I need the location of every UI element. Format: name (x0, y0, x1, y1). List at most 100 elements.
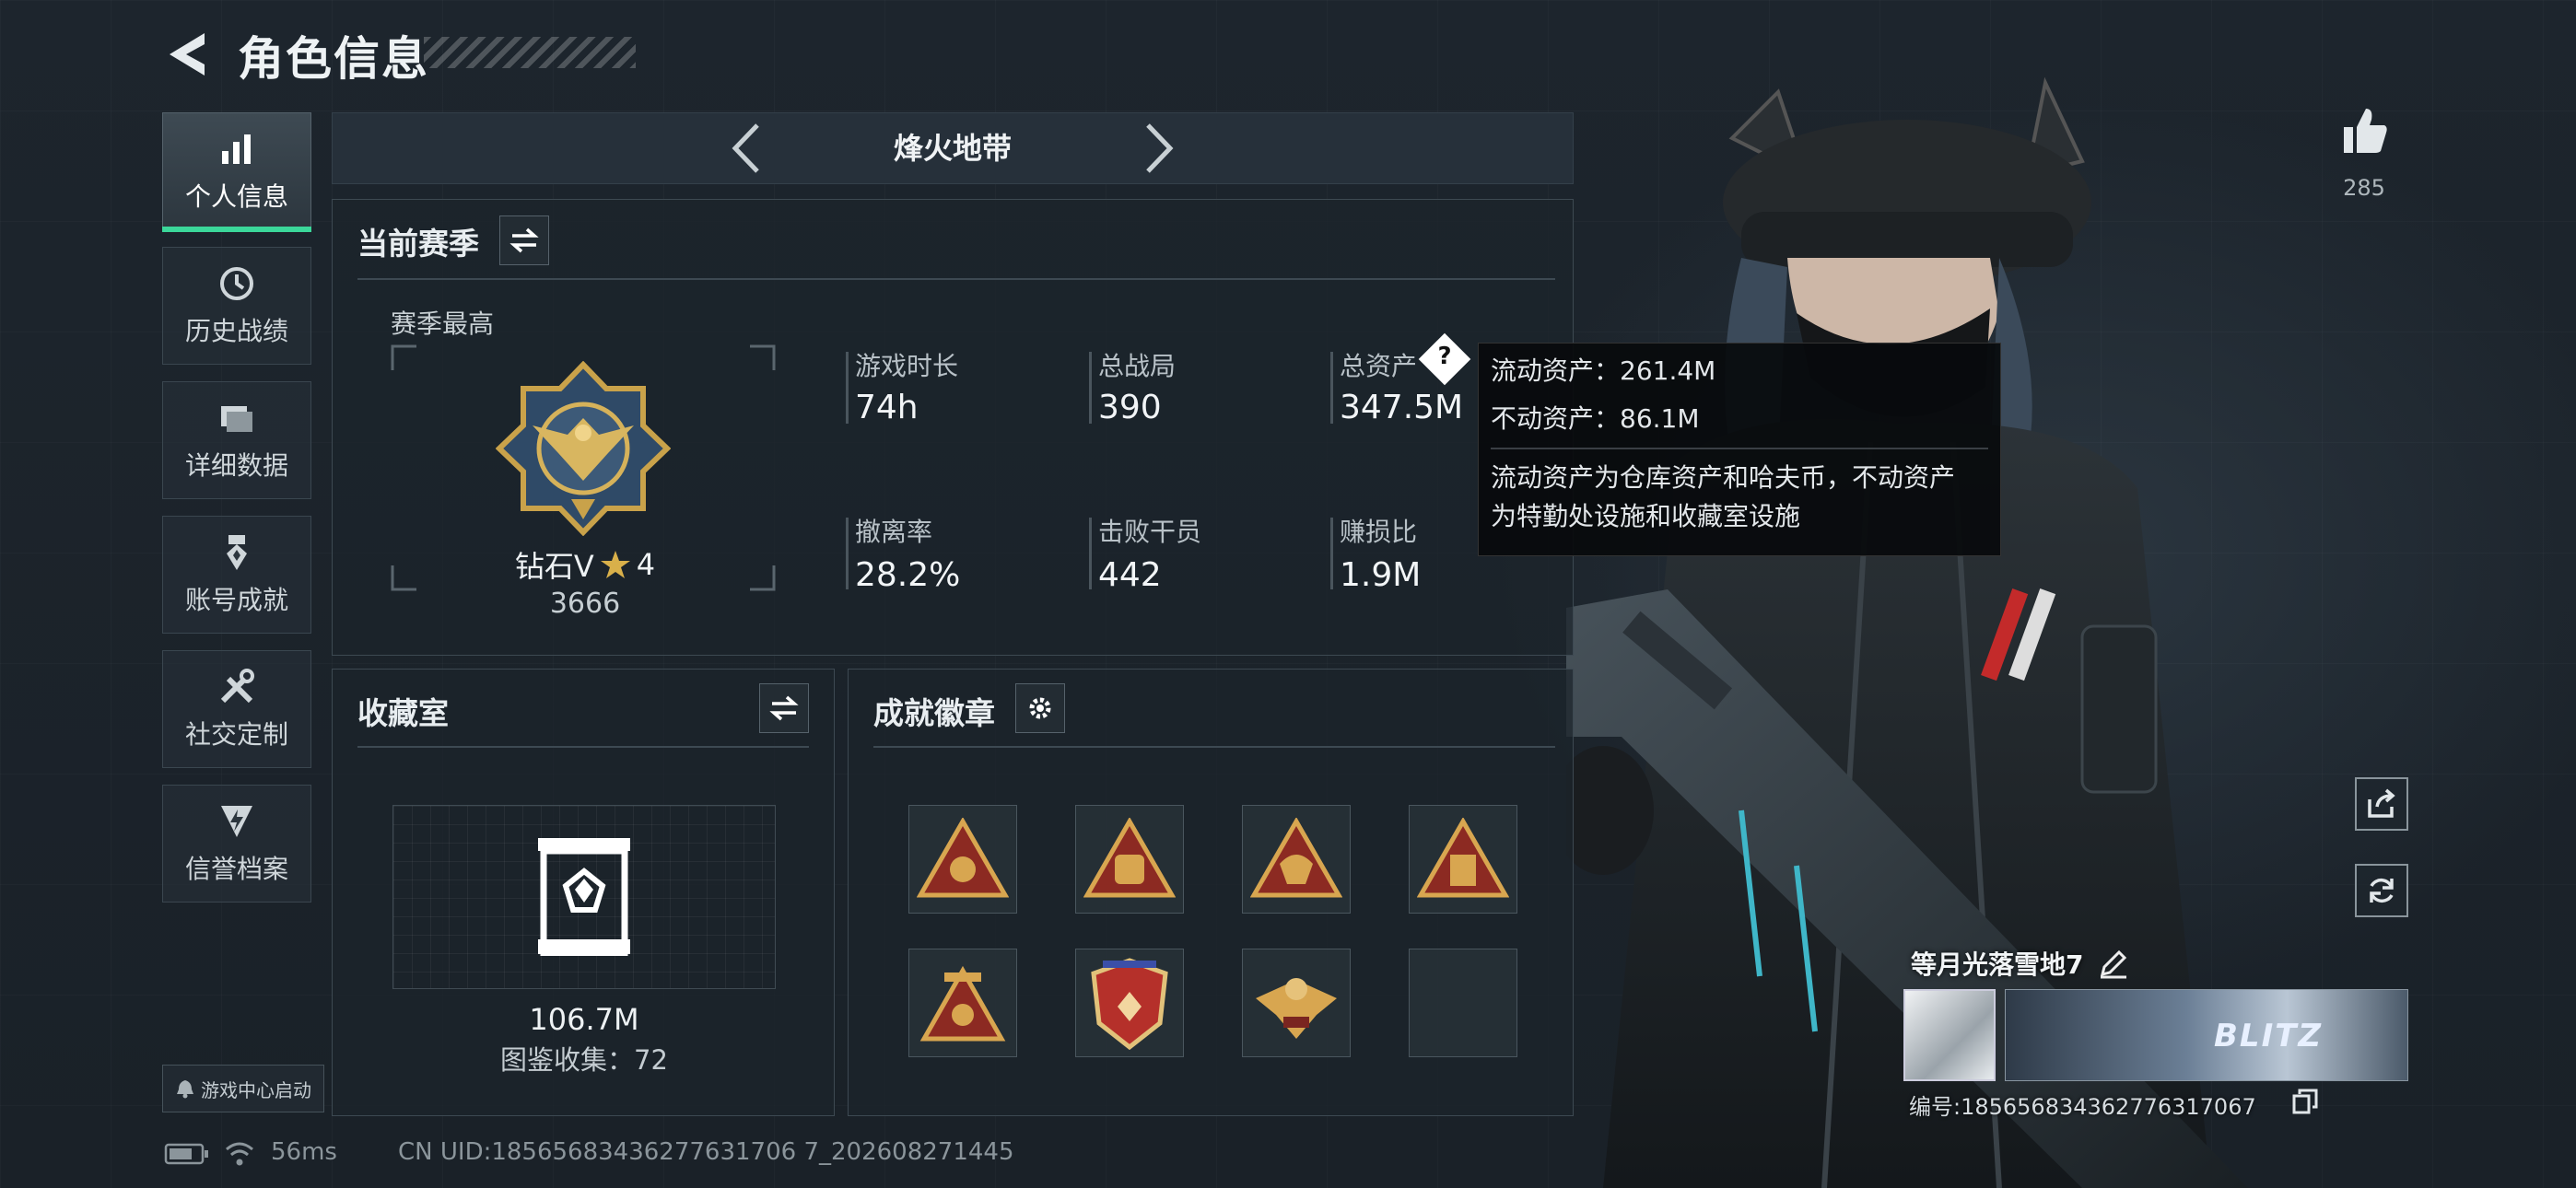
bell-icon (177, 1080, 193, 1099)
folder-stack-icon (217, 398, 257, 438)
nav-personal-info[interactable]: 个人信息 (162, 112, 311, 230)
badges-settings-button[interactable] (1015, 683, 1065, 733)
banner-text: BLITZ (2214, 1018, 2324, 1054)
nav-reputation[interactable]: 信誉档案 (162, 785, 311, 903)
copy-icon[interactable] (2292, 1089, 2318, 1114)
stat-value-playtime: 74h (855, 389, 919, 426)
stat-divider (1330, 352, 1333, 424)
badge-slot[interactable] (1409, 805, 1517, 914)
season-title: 当前赛季 (357, 226, 479, 262)
rank-name: 钻石V (514, 549, 594, 584)
stat-divider (1330, 518, 1333, 589)
medal-icon (217, 532, 257, 573)
badge-slot[interactable] (1075, 805, 1184, 914)
stat-divider (1089, 352, 1092, 424)
achievement-badge-m-icon (1417, 818, 1509, 898)
avatar[interactable] (1903, 989, 1996, 1081)
stat-value-kills: 442 (1098, 556, 1162, 594)
game-center-launch-button[interactable]: 游戏中心启动 (162, 1065, 324, 1112)
stat-value-profit-ratio: 1.9M (1340, 556, 1422, 594)
achievement-badge-s5-icon (1083, 818, 1176, 898)
badges-title: 成就徽章 (873, 695, 995, 731)
next-mode-chevron-icon[interactable] (1142, 122, 1176, 175)
collection-value: 106.7M (529, 1002, 639, 1037)
badge-slot[interactable] (908, 805, 1017, 914)
badge-slot-empty[interactable] (1409, 949, 1517, 1057)
share-button[interactable] (2355, 777, 2408, 831)
collection-title: 收藏室 (357, 695, 449, 731)
nav-achievements[interactable]: 账号成就 (162, 516, 311, 634)
achievement-badge-icon (917, 818, 1009, 898)
rank-score: 3666 (549, 588, 621, 620)
tooltip-divider (1491, 448, 1988, 449)
achievement-badge-icon (919, 965, 1006, 1042)
mode-name: 烽火地带 (893, 131, 1012, 166)
share-icon (2368, 788, 2395, 818)
stat-value-total-assets: 347.5M (1340, 389, 1464, 426)
like-count: 285 (2343, 175, 2385, 201)
rank-stars: 4 (636, 547, 656, 582)
help-icon-glyph: ? (1437, 343, 1452, 370)
stat-label-playtime: 游戏时长 (855, 351, 959, 381)
launch-label: 游戏中心启动 (201, 1078, 311, 1101)
player-name: 等月光落雪地7 (1911, 949, 2084, 980)
gear-icon (1029, 697, 1051, 719)
divider (357, 746, 809, 748)
tooltip-fixed-assets: 不动资产：86.1M (1491, 403, 1700, 434)
season-switch-button[interactable] (499, 215, 549, 265)
player-banner[interactable]: BLITZ (2005, 989, 2408, 1081)
stat-divider (846, 352, 849, 424)
nav-history[interactable]: 历史战绩 (162, 247, 311, 365)
clock-history-icon (217, 263, 257, 304)
nav-label: 详细数据 (184, 450, 288, 481)
achievement-shield-badge-icon (1091, 958, 1168, 1051)
nav-label: 个人信息 (184, 181, 288, 212)
battery-icon (164, 1143, 208, 1165)
wifi-icon (226, 1142, 253, 1166)
divider (357, 278, 1555, 280)
refresh-button[interactable] (2355, 864, 2408, 917)
page-title: 角色信息 (238, 32, 429, 86)
nav-detail-data[interactable]: 详细数据 (162, 381, 311, 499)
stat-label-extract-rate: 撤离率 (855, 517, 933, 547)
achievement-badge-s6-icon (1250, 818, 1342, 898)
star-icon (600, 551, 630, 578)
collection-switch-button[interactable] (759, 683, 809, 733)
collection-catalog: 图鉴收集：72 (500, 1044, 668, 1076)
shield-bolt-icon (217, 801, 257, 842)
nav-label: 历史战绩 (184, 316, 288, 346)
stat-value-extract-rate: 28.2% (855, 556, 961, 594)
stat-divider (1089, 518, 1092, 589)
stat-value-total-matches: 390 (1098, 389, 1162, 426)
badge-slot[interactable] (1075, 949, 1184, 1057)
nav-label: 社交定制 (184, 719, 288, 750)
stat-label-profit-ratio: 赚损比 (1340, 517, 1418, 547)
nav-label: 信誉档案 (184, 854, 288, 884)
title-decoration (424, 37, 636, 68)
badge-slot[interactable] (1242, 805, 1351, 914)
stat-label-total-matches: 总战局 (1098, 351, 1177, 381)
swap-icon (509, 227, 539, 253)
tooltip-desc-2: 为特勤处设施和收藏室设施 (1491, 501, 1801, 531)
season-best-label: 赛季最高 (391, 309, 495, 339)
divider (873, 746, 1555, 748)
rank-title: 钻石V 4 (488, 543, 682, 586)
stat-label-total-assets: 总资产 (1340, 351, 1418, 381)
uid-text: CN UID:18565683436277631706 7_2026082714… (398, 1138, 1014, 1166)
display-case-icon (538, 838, 630, 956)
edit-pencil-icon[interactable] (2097, 947, 2130, 980)
badge-slot[interactable] (1242, 949, 1351, 1057)
back-arrow-icon[interactable] (162, 28, 212, 81)
nav-label: 账号成就 (184, 585, 288, 615)
player-id: 编号:1856568343627763170​67 (1909, 1094, 2256, 1120)
achievement-eagle-badge-icon (1256, 978, 1337, 1039)
swap-icon (769, 695, 799, 721)
refresh-icon (2370, 878, 2394, 903)
prev-mode-chevron-icon[interactable] (730, 122, 763, 175)
tooltip-liquid-assets: 流动资产：261.4M (1491, 355, 1716, 386)
thumbs-up-icon[interactable] (2338, 105, 2390, 157)
tools-icon (217, 667, 257, 707)
badge-slot[interactable] (908, 949, 1017, 1057)
nav-social-custom[interactable]: 社交定制 (162, 650, 311, 768)
rank-diamond-emblem-icon (496, 361, 671, 536)
